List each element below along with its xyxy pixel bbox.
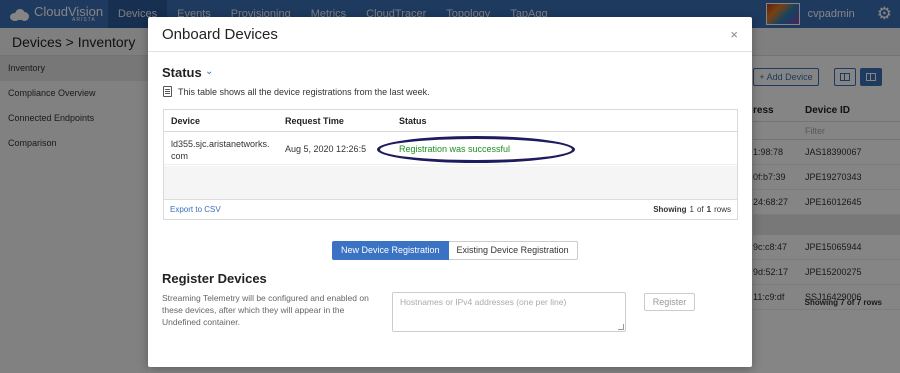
onboard-devices-modal: Onboard Devices × Status ⌄ This table sh… bbox=[148, 17, 752, 367]
table-empty-area bbox=[164, 166, 737, 199]
tab-new-device-registration[interactable]: New Device Registration bbox=[332, 241, 449, 260]
pagination-info: Showing 1 of 1 rows bbox=[653, 205, 731, 214]
modal-title: Onboard Devices bbox=[162, 26, 278, 43]
close-icon[interactable]: × bbox=[730, 27, 738, 42]
request-time-cell: Aug 5, 2020 12:26:5 bbox=[285, 144, 367, 154]
table-header-row: Device Request Time Status bbox=[164, 110, 737, 132]
annotation-ellipse bbox=[377, 136, 575, 163]
status-info: This table shows all the device registra… bbox=[163, 86, 430, 97]
modal-divider bbox=[148, 51, 752, 52]
export-csv-link[interactable]: Export to CSV bbox=[170, 205, 221, 214]
hostnames-input[interactable] bbox=[392, 292, 626, 332]
table-footer: Export to CSV Showing 1 of 1 rows bbox=[164, 199, 737, 219]
register-button[interactable]: Register bbox=[644, 293, 695, 311]
column-header-device[interactable]: Device bbox=[171, 116, 200, 126]
table-row[interactable]: ld355.sjc.aristanetworks.com Aug 5, 2020… bbox=[164, 132, 737, 165]
column-header-status[interactable]: Status bbox=[399, 116, 427, 126]
chevron-down-icon[interactable]: ⌄ bbox=[205, 66, 213, 77]
registration-tabs: New Device Registration Existing Device … bbox=[332, 241, 578, 260]
status-heading[interactable]: Status bbox=[162, 65, 202, 80]
document-icon bbox=[163, 86, 172, 97]
register-devices-heading: Register Devices bbox=[162, 271, 267, 286]
column-header-request-time[interactable]: Request Time bbox=[285, 116, 344, 126]
device-cell: ld355.sjc.aristanetworks.com bbox=[171, 139, 270, 161]
tab-existing-device-registration[interactable]: Existing Device Registration bbox=[448, 241, 578, 260]
status-info-text: This table shows all the device registra… bbox=[178, 86, 430, 97]
register-description: Streaming Telemetry will be configured a… bbox=[162, 293, 369, 327]
page-current[interactable]: 1 bbox=[690, 205, 694, 214]
registration-table: Device Request Time Status ld355.sjc.ari… bbox=[163, 109, 738, 220]
resize-handle[interactable] bbox=[618, 324, 624, 330]
